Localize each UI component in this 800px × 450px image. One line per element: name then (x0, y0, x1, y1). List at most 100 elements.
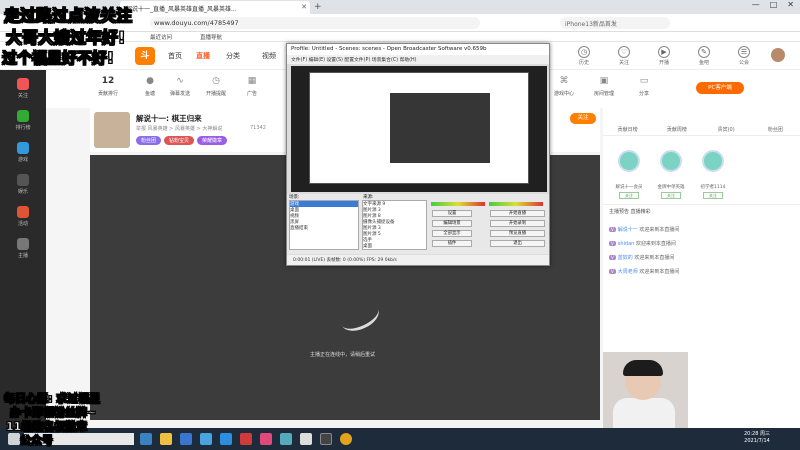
anchor-avatar[interactable] (94, 112, 130, 148)
clock-icon[interactable]: ◷ 开播提醒 (198, 74, 234, 97)
edit-scene-button[interactable]: 编辑场景 (432, 220, 472, 227)
sidebar-item-anchor[interactable]: 主播 (0, 238, 46, 259)
chat-message: V 蓝奴的 欢迎来到本直播间 (609, 255, 675, 261)
url-input[interactable]: www.douyu.com/4785497 (150, 17, 480, 29)
rank-name: 解说十一会员 (615, 185, 643, 190)
app-icon[interactable] (220, 433, 232, 445)
close-window-button[interactable]: ✕ (787, 0, 794, 9)
panel-subtabs[interactable]: 主播预告 直播精彩 (603, 204, 800, 216)
user-avatar[interactable] (771, 48, 785, 62)
show-all-button[interactable]: 全部显示 (432, 230, 472, 237)
scene-item[interactable]: 直播结束 (290, 225, 358, 231)
sidebar-item-ent[interactable]: 娱乐 (0, 174, 46, 195)
minimize-button[interactable]: — (752, 0, 760, 9)
room-tag[interactable]: 荣耀徽章 (197, 136, 228, 145)
obs-status: 0:00:01 (LIVE) 丢帧数: 0 (0.00%) FPS: 29 0k… (287, 255, 549, 265)
plugins-button[interactable]: 插件 (432, 240, 472, 247)
obs-controls: 场景: 来源: 游戏 桌面 视频 黑屏 直播结束 文字来源 9 图片源 3 图片… (287, 194, 549, 254)
preview-nested (390, 93, 490, 163)
player-message: 主播正在连线中，请稍后重试 (310, 352, 376, 358)
tab-daily[interactable]: 贡献日榜 (603, 124, 652, 135)
history-icon[interactable]: ◷ 历史 (571, 46, 597, 66)
sources-list[interactable]: 文字来源 9 图片源 3 图片源 8 摄像头捕捉设备 图片源 3 图片源 5 选… (362, 200, 427, 250)
browser-search-input[interactable]: iPhone13新品首发 (560, 17, 670, 29)
wave-icon[interactable]: ∿ 弹幕发送 (162, 74, 198, 97)
lock-icon[interactable]: ▣ 房间管理 (586, 74, 622, 97)
bookmark-item[interactable]: 最近访问 (150, 33, 172, 41)
webcam-overlay (603, 352, 688, 428)
scenes-list[interactable]: 游戏 桌面 视频 黑屏 直播结束 (289, 200, 359, 250)
tab-weekly[interactable]: 贡献周榜 (652, 124, 701, 135)
ad-icon[interactable]: ▦ 广告 (234, 74, 270, 97)
preview-button[interactable]: 预览直播 (490, 230, 545, 237)
room-tags: 粉丝团 钻粉宝贝 荣耀徽章 (136, 136, 228, 145)
tab-vip[interactable]: 贵宾(0) (702, 124, 751, 135)
mail-icon[interactable] (200, 433, 212, 445)
folder-icon[interactable] (160, 433, 172, 445)
live-icon[interactable]: ▶ 开播 (651, 46, 677, 66)
rank-follow-button[interactable]: 关注 (661, 192, 681, 199)
header-icons: ◷ 历史 ♡ 关注 ▶ 开播 ✎ 鱼吧 ☰ 公会 (571, 46, 785, 66)
taskbar: ⌕ 20:28 周三 2021/7/14 (0, 428, 800, 450)
rank-avatar[interactable] (618, 150, 640, 172)
tab-fans[interactable]: 粉丝团 (751, 124, 800, 135)
contrib-rank[interactable]: 12 贡献排行 (90, 74, 126, 97)
start-stream-button[interactable]: 开始直播 (490, 210, 545, 217)
obs-menu[interactable]: 文件(F) 编辑(E) 设置(S) 配置文件(P) 场景集合(C) 帮助(H) (287, 55, 549, 64)
browser-taskbar-icon[interactable] (340, 433, 352, 445)
source-item[interactable]: 桌面 (363, 243, 426, 249)
creator-icon[interactable]: ✎ 鱼吧 (691, 46, 717, 66)
pc-client-button[interactable]: PC客户端 (696, 82, 744, 94)
chat-message: Vshidan 欢迎来到本直播间 (609, 241, 676, 247)
obs-title: Profile: Untitled - Scenes: scenes - Ope… (287, 44, 549, 55)
app-icon[interactable] (300, 433, 312, 445)
tv-icon[interactable]: ▭ 分享 (626, 74, 662, 97)
nav-live[interactable]: 直播 (196, 51, 210, 61)
rank-avatar[interactable] (660, 150, 682, 172)
settings-button[interactable]: 设置 (432, 210, 472, 217)
sidebar-item-follow[interactable]: 关注 (0, 78, 46, 99)
app-icon[interactable] (240, 433, 252, 445)
sidebar-item-event[interactable]: 活动 (0, 206, 46, 227)
fans-count: 71342 (250, 125, 266, 131)
app-icon[interactable] (260, 433, 272, 445)
exit-button[interactable]: 退出 (490, 240, 545, 247)
sidebar-item-rank[interactable]: 排行榜 (0, 110, 46, 131)
room-tag[interactable]: 粉丝团 (136, 136, 162, 145)
rank-follow-button[interactable]: 关注 (619, 192, 639, 199)
edge-icon[interactable] (140, 433, 152, 445)
rank-follow-button[interactable]: 关注 (703, 192, 723, 199)
bookmark-item[interactable]: 直播导航 (200, 33, 222, 41)
nav-home[interactable]: 首页 (168, 51, 182, 61)
follow-icon[interactable]: ♡ 关注 (611, 46, 637, 66)
streamer-hair (623, 360, 663, 376)
audio-meter (431, 202, 485, 206)
start-icon[interactable] (8, 433, 20, 445)
store-icon[interactable] (180, 433, 192, 445)
new-tab-icon[interactable]: + (314, 2, 322, 12)
overlay-text: 走过路过点波关注 (4, 6, 133, 26)
room-meta: 举报 风暴英雄 > 风暴英雄 > 大神解说 (136, 126, 223, 132)
overlay-text: 大哥大嫂过年好! (6, 28, 126, 48)
sidebar-item-game[interactable]: 游戏 (0, 142, 46, 163)
browser-tab[interactable]: 解说十一_直播_风暴英雄直播_风暴英雄... ✕ (120, 1, 310, 14)
nav-video[interactable]: 视频 (262, 51, 276, 61)
room-tag[interactable]: 钻粉宝贝 (164, 136, 195, 145)
overlay-text: 过个福星好不好! (2, 49, 114, 68)
guild-icon[interactable]: ☰ 公会 (731, 46, 757, 66)
start-record-button[interactable]: 开始录制 (490, 220, 545, 227)
nav-category[interactable]: 分类 (226, 51, 240, 61)
obs-taskbar-icon[interactable] (320, 433, 332, 445)
follow-button[interactable]: 关注 (570, 113, 596, 124)
loading-icon (336, 297, 384, 337)
site-logo[interactable]: 斗 (135, 47, 155, 65)
close-icon[interactable]: ✕ (301, 3, 307, 11)
rank-avatar[interactable] (702, 150, 724, 172)
game-icon[interactable]: ⌘ 游戏中心 (546, 74, 582, 97)
tab-title: 解说十一_直播_风暴英雄直播_风暴英雄... (126, 6, 237, 13)
preview-screen (309, 72, 529, 184)
chat-message: V 大周老师 欢迎来到本直播间 (609, 269, 680, 275)
app-icon[interactable] (280, 433, 292, 445)
maximize-button[interactable]: □ (770, 0, 778, 9)
rank-name: 金牌中单英雄 (657, 185, 685, 190)
